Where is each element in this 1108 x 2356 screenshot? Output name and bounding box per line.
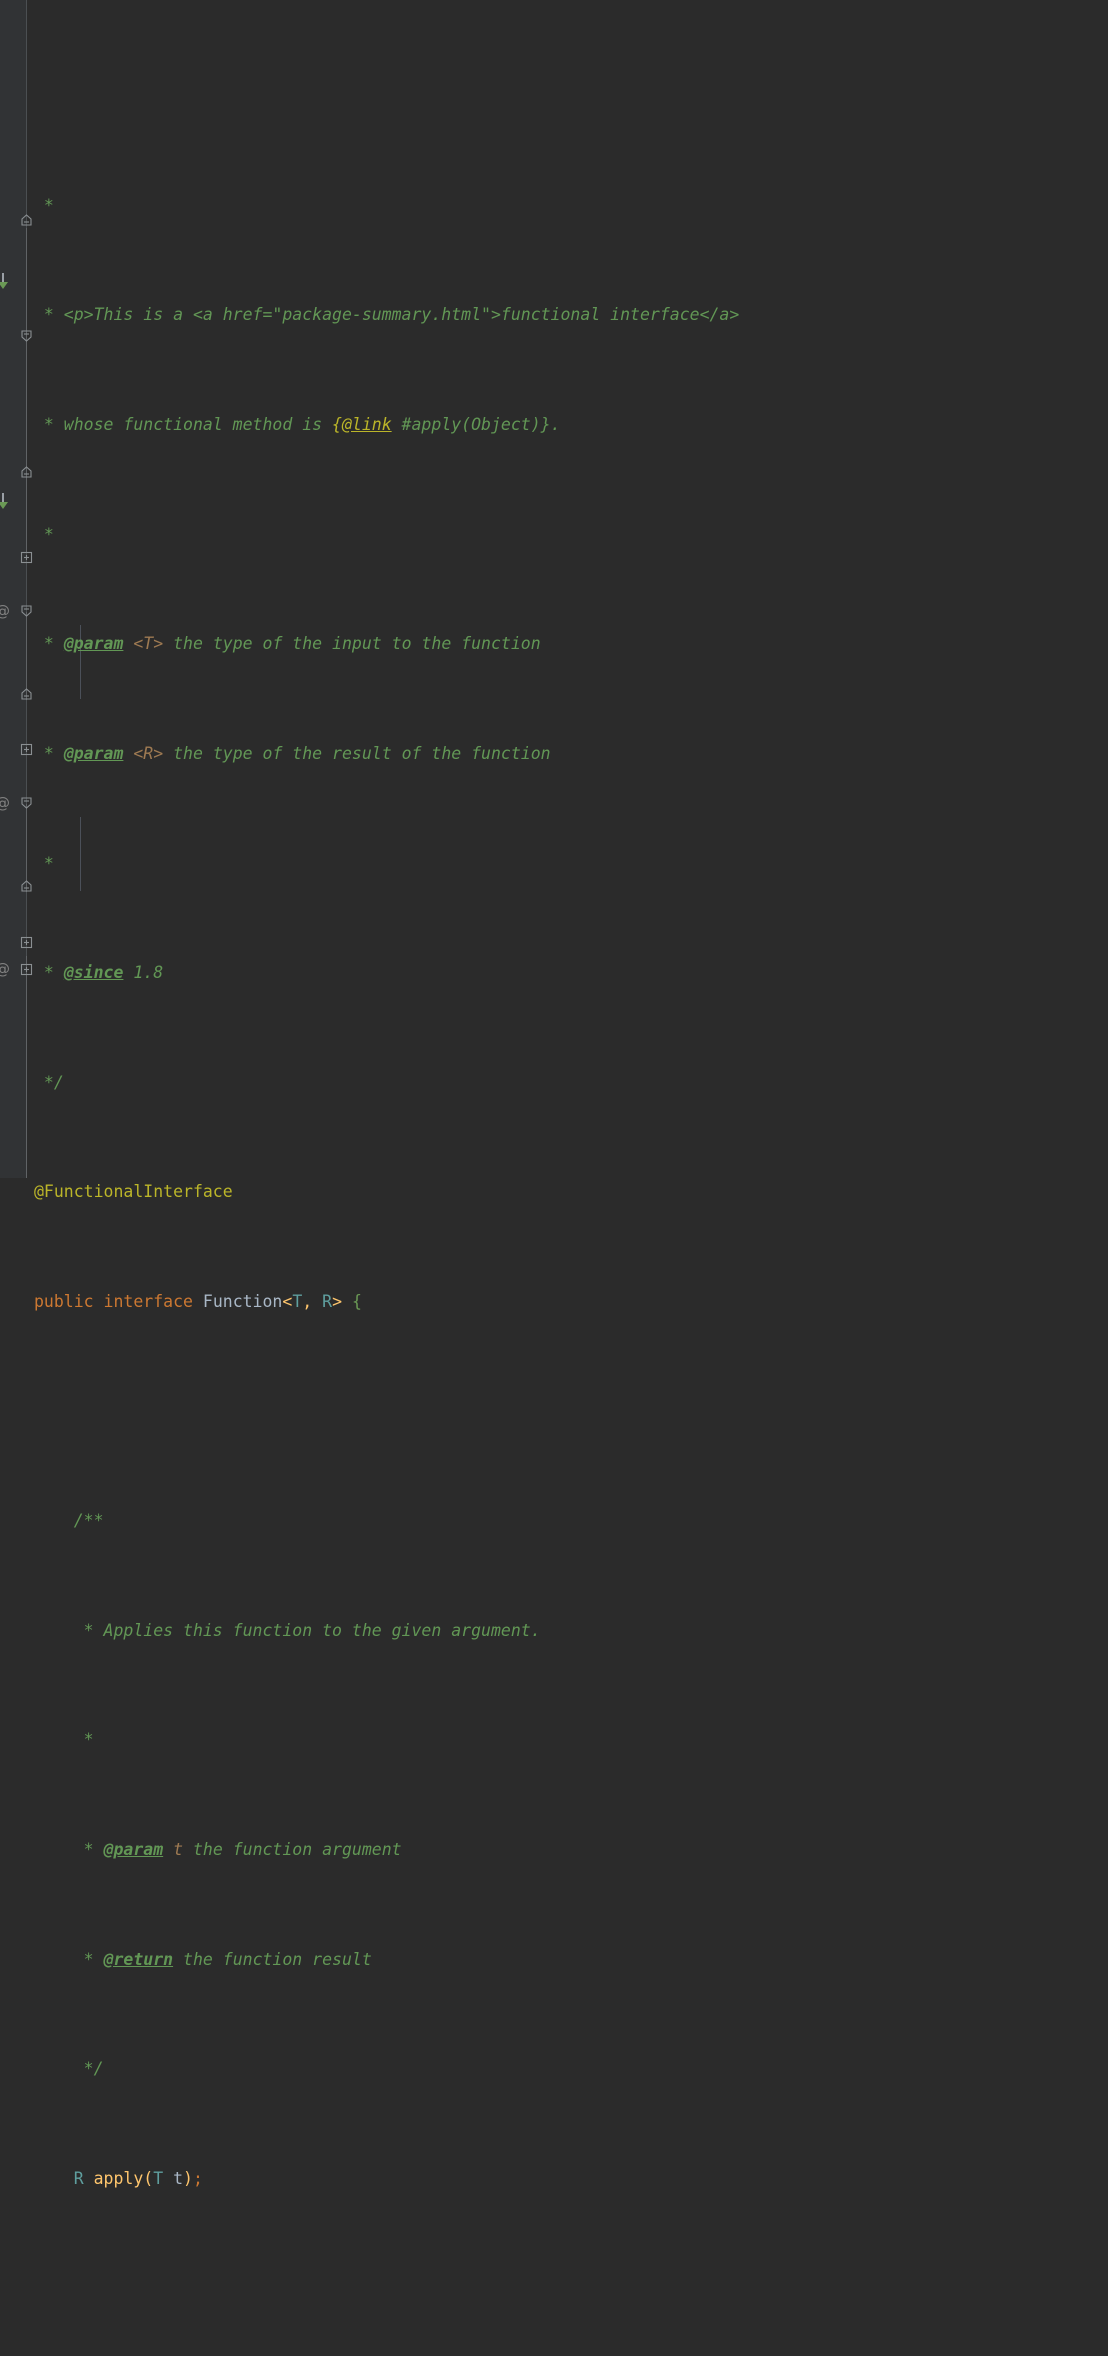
javadoc-param-desc: the type of the input to the function [163, 634, 541, 654]
code-line[interactable]: * Applies this function to the given arg… [34, 1617, 1108, 1644]
type-name-Function: Function [202, 1291, 283, 1311]
return-type-R: R [73, 2168, 84, 2188]
code-line[interactable]: /** [34, 1507, 1108, 1534]
annotation-gutter-icon[interactable]: @ [0, 795, 11, 811]
fold-region-line-method2 [26, 804, 27, 892]
javadoc-link-target: #apply(Object)}. [391, 415, 561, 435]
annotation-gutter-icon[interactable]: @ [0, 961, 11, 977]
javadoc-param-tag: @param [63, 743, 124, 763]
javadoc-link-brace: { [332, 415, 342, 435]
code-line[interactable]: @FunctionalInterface [34, 1178, 1108, 1205]
type-param-R: R [322, 1291, 333, 1311]
type-param-T: T [292, 1291, 303, 1311]
javadoc-open: /** [34, 1511, 104, 1531]
code-line[interactable]: */ [34, 2055, 1108, 2082]
code-line[interactable]: * whose functional method is {@link #app… [34, 411, 1108, 438]
semicolon: ; [192, 2168, 203, 2188]
javadoc-star: * [34, 853, 54, 873]
fold-marker-collapse-method-doc[interactable] [20, 466, 33, 479]
fold-marker-expand-compose-body[interactable] [20, 604, 33, 617]
angle-open: < [282, 1291, 293, 1311]
javadoc-star: * [34, 195, 54, 215]
comma: , [302, 1291, 313, 1311]
code-content[interactable]: * * <p>This is a <a href="package-summar… [34, 0, 1108, 2356]
javadoc-star: * [34, 1839, 104, 1859]
code-line[interactable]: * @param <R> the type of the result of t… [34, 740, 1108, 767]
code-line[interactable]: * [34, 192, 1108, 219]
javadoc-star: * [34, 1730, 94, 1750]
code-line[interactable]: * [34, 521, 1108, 548]
code-line[interactable]: * @param <T> the type of the input to th… [34, 630, 1108, 657]
javadoc-type-param: <T> [123, 634, 164, 654]
paren-open: ( [143, 2168, 154, 2188]
implemented-method-arrow-icon[interactable] [0, 492, 16, 512]
fold-marker-collapse-compose-body[interactable] [20, 688, 33, 701]
method-name-apply[interactable]: apply [94, 2169, 144, 2188]
fold-region-line-method1 [26, 612, 27, 700]
editor-gutter[interactable] [0, 0, 26, 1178]
code-line[interactable]: * [34, 1726, 1108, 1753]
implemented-method-arrow-icon[interactable] [0, 272, 16, 292]
fold-marker-collapse-doc-top[interactable] [20, 214, 33, 227]
code-line[interactable]: R apply(T t); [34, 2165, 1108, 2192]
javadoc-param-tag: @param [103, 1839, 164, 1859]
javadoc-text: * whose functional method is [34, 415, 333, 435]
annotation-gutter-icon[interactable]: @ [0, 603, 11, 619]
javadoc-since-tag: @since [63, 963, 124, 983]
javadoc-param-name: t [163, 1839, 184, 1859]
javadoc-star: * [34, 634, 64, 654]
code-line[interactable]: * @since 1.8 [34, 959, 1108, 986]
javadoc-param-tag: @param [63, 634, 124, 654]
javadoc-link-tag: @link [341, 415, 392, 435]
code-line[interactable]: * [34, 850, 1108, 877]
javadoc-text: * Applies this function to the given arg… [34, 1620, 541, 1640]
fold-marker-plus-compose-doc[interactable] [20, 551, 33, 564]
code-line[interactable]: * <p>This is a <a href="package-summary.… [34, 301, 1108, 328]
type-param-T: T [153, 2168, 164, 2188]
code-line[interactable]: * @return the function result [34, 1946, 1108, 1973]
code-line[interactable]: * @param t the function argument [34, 1836, 1108, 1863]
brace-open: { [351, 1291, 362, 1311]
fold-marker-expand-andthen-body[interactable] [20, 796, 33, 809]
javadoc-return-desc: the function result [173, 1949, 372, 1969]
fold-marker-expand-method-doc[interactable] [20, 329, 33, 342]
javadoc-close: */ [34, 2059, 104, 2079]
javadoc-type-param: <R> [123, 743, 164, 763]
javadoc-param-desc: the type of the result of the function [163, 743, 551, 763]
keyword-interface: interface [103, 1291, 193, 1311]
javadoc-star: * [34, 524, 54, 544]
javadoc-star: * [34, 963, 64, 983]
code-line[interactable]: public interface Function<T, R> { [34, 1288, 1108, 1315]
code-editor[interactable]: @ @ @ * * <p>This is a <a href="package-… [0, 0, 1108, 2188]
javadoc-star: * [34, 1949, 104, 1969]
paren-close: ) [183, 2168, 193, 2188]
angle-close: > [332, 1291, 342, 1311]
fold-marker-collapse-andthen-body[interactable] [20, 880, 33, 893]
javadoc-param-desc: the function argument [183, 1839, 402, 1859]
code-line[interactable]: */ [34, 1069, 1108, 1096]
javadoc-star: * [34, 743, 64, 763]
keyword-public: public [34, 1291, 94, 1311]
javadoc-text: * <p>This is a <a href="package-summary.… [34, 305, 740, 325]
param-t: t [173, 2168, 184, 2188]
javadoc-close: */ [34, 1072, 64, 1092]
annotation-functional-interface[interactable]: @FunctionalInterface [34, 1182, 233, 1201]
fold-region-line-tail [26, 956, 27, 1178]
fold-marker-plus-andthen-doc[interactable] [20, 743, 33, 756]
fold-marker-plus-identity-body[interactable] [20, 963, 33, 976]
fold-region-line-class [26, 228, 27, 552]
fold-marker-plus-identity-doc[interactable] [20, 936, 33, 949]
javadoc-since-value: 1.8 [123, 963, 164, 983]
javadoc-return-tag: @return [103, 1949, 174, 1969]
